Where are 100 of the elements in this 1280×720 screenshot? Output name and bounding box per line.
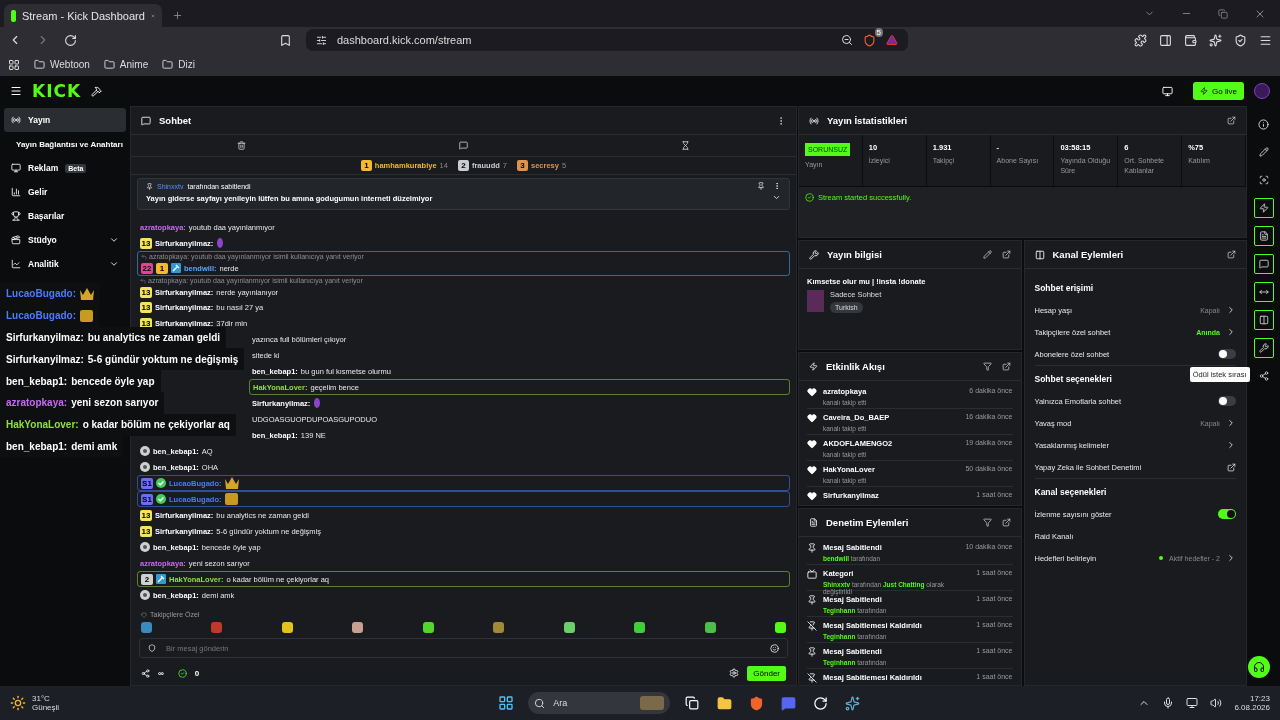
bolt-icon [1200,87,1209,95]
shield-icon[interactable] [863,33,876,47]
emote-icon[interactable] [281,622,293,633]
rank-badge: 2 [457,160,469,171]
menu-icon [1259,33,1272,47]
rail-button[interactable] [1253,198,1274,218]
pin-off-icon [807,621,817,631]
rail-button[interactable] [1253,282,1274,302]
folder-icon [162,59,174,70]
info-icon[interactable] [1258,118,1269,130]
pin-off-icon [807,673,817,683]
trash-icon[interactable] [237,141,247,150]
emote-icon[interactable] [563,622,575,633]
sidebar-item[interactable]: Başarılar [4,204,126,228]
browser-tab[interactable]: Stream - Kick Dashboard [4,4,162,27]
hourglass-icon[interactable] [680,141,690,150]
pin-icon [807,543,817,553]
send-button[interactable]: Gönder [747,665,786,681]
emote-icon[interactable] [493,622,505,633]
pin-icon [807,595,817,605]
sidebar-item[interactable]: Gelir [4,180,126,204]
share-icon[interactable] [1258,371,1269,381]
username: ben_kebap1: [6,440,68,452]
check-circle-icon [805,193,814,202]
chat-badge: 22 [141,262,153,274]
layout-icon [1034,249,1045,260]
toggle-switch[interactable] [1218,349,1236,359]
tv-icon [807,569,817,579]
folder-icon [103,59,115,70]
pin-icon [757,182,765,190]
rail-button[interactable] [1253,338,1274,358]
emote-icon [313,397,322,409]
reload-icon [64,33,77,47]
picture-placeholder [640,696,665,710]
toggle-switch[interactable] [1218,509,1236,519]
sidebar-item[interactable]: Stüdyo [4,228,126,252]
emote-icon[interactable] [352,622,364,633]
clock-date: 6.08.2026 [1234,703,1270,712]
edit-icon[interactable] [1258,147,1269,157]
hammer-badge-icon [156,574,166,584]
chevron-right-icon [1226,440,1236,450]
emote-icon [224,493,238,505]
rail-button[interactable] [1253,254,1274,274]
count-badge: 5 [874,27,883,37]
support-button[interactable] [1248,656,1270,678]
sidebar-item[interactable]: Yayın Bağlantısı ve Anahtarı [4,132,126,156]
chat-badge: 13 [140,525,152,537]
panel-title: Sohbet [159,115,192,126]
rail-button[interactable] [1253,226,1274,246]
rail-button[interactable] [1253,310,1274,330]
panel-title: Etkinlik Akışı [826,361,885,372]
bookmark-icon[interactable] [279,33,292,47]
chat-icon[interactable] [459,141,468,150]
monitor-icon [1162,85,1174,97]
popout-icon [1001,518,1011,527]
chevron-down-icon [109,235,119,245]
circle-badge-icon [140,542,150,552]
points-value: ∞ [158,668,164,678]
shield-icon [148,644,156,652]
message-text: bu analytics ne zaman geldi [87,332,221,343]
heart-icon [807,491,817,501]
search-field[interactable]: Ara [528,692,671,714]
emote-icon[interactable] [704,622,716,633]
chevron-right-icon [1226,553,1236,563]
broadcast-icon [809,115,819,126]
chevron-down-icon [109,259,119,269]
message-text: demi amk [71,440,118,452]
sidebar-item[interactable]: Analitik [4,252,126,276]
emote-icon[interactable] [422,622,434,633]
focus-icon[interactable] [1258,175,1269,185]
go-live-button[interactable]: Go live [1193,82,1244,100]
emote-icon[interactable] [634,622,646,633]
chat-badge: S1 [141,477,153,489]
chat-badge: 1 [156,262,168,274]
toggle-switch[interactable] [1218,396,1236,406]
site-favicon-icon [11,9,16,22]
reply-icon [141,253,147,260]
sidebar-item[interactable]: Yayın [4,108,126,132]
arrows-icon [1258,287,1269,297]
popout-icon [1001,250,1011,259]
wrench-icon [809,249,819,260]
document-icon [809,518,818,527]
hammer-badge-icon [171,263,181,273]
chat-icon [141,115,151,126]
message-text: 5-6 gündür yoktum ne değişmiş [87,353,239,365]
avatar[interactable] [1254,83,1270,99]
bookmark-folder[interactable]: Anime [119,59,149,70]
new-tab-icon[interactable] [172,10,183,21]
filter-icon [982,362,992,371]
section-title: Kanal seçenekleri [1034,478,1236,503]
wallet-icon [1184,33,1197,47]
logo[interactable]: KICK [32,81,82,101]
bookmark-folder[interactable]: Dizi [178,59,195,70]
bookmark-folder[interactable]: Webtoon [50,59,90,70]
emote-icon[interactable] [774,622,786,633]
volume-icon [1210,697,1223,709]
verified-icon [156,494,166,504]
address-bar[interactable]: dashboard.kick.com/stream 5 [306,29,908,51]
settings-icon[interactable] [729,668,740,678]
clock-time: 17:23 [1249,694,1270,703]
